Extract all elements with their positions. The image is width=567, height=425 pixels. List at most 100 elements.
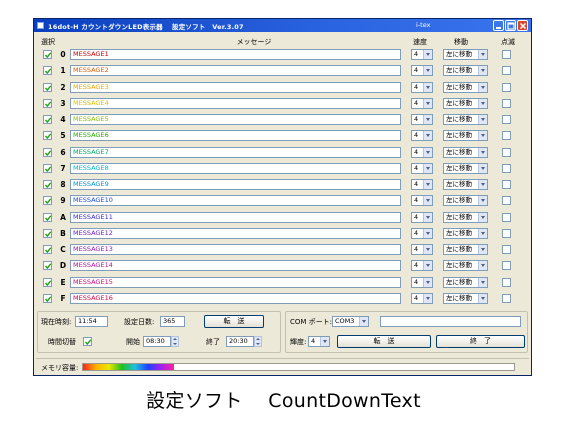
speed-select[interactable]: 4 bbox=[411, 65, 433, 77]
chevron-down-icon[interactable] bbox=[423, 50, 432, 59]
close-icon[interactable] bbox=[517, 20, 528, 31]
blink-checkbox[interactable] bbox=[502, 277, 511, 287]
blink-checkbox[interactable] bbox=[502, 212, 511, 222]
transfer-messages-button[interactable]: 転 送 bbox=[337, 335, 431, 348]
blink-checkbox[interactable] bbox=[502, 98, 511, 108]
current-time-field[interactable]: 11:54 bbox=[75, 316, 108, 327]
blink-checkbox[interactable] bbox=[502, 196, 511, 206]
move-select[interactable]: 左に移動 bbox=[443, 65, 488, 77]
move-select[interactable]: 左に移動 bbox=[443, 292, 488, 304]
chevron-down-icon[interactable] bbox=[423, 115, 432, 124]
brightness-select[interactable]: 4 bbox=[308, 336, 330, 347]
move-select[interactable]: 左に移動 bbox=[443, 130, 488, 142]
end-time-field[interactable]: 20:30 bbox=[226, 336, 254, 347]
speed-select[interactable]: 4 bbox=[411, 244, 433, 255]
message-input[interactable]: MESSAGE4 bbox=[70, 97, 401, 109]
blink-checkbox[interactable] bbox=[502, 163, 511, 173]
select-checkbox[interactable] bbox=[43, 98, 52, 108]
speed-select[interactable]: 4 bbox=[411, 114, 433, 125]
move-select[interactable]: 左に移動 bbox=[443, 81, 488, 93]
end-time-spinner[interactable] bbox=[254, 336, 262, 347]
select-checkbox[interactable] bbox=[43, 50, 52, 59]
speed-select[interactable]: 4 bbox=[411, 179, 433, 190]
speed-select[interactable]: 4 bbox=[411, 146, 433, 158]
select-checkbox[interactable] bbox=[43, 66, 52, 76]
chevron-down-icon[interactable] bbox=[478, 293, 487, 303]
chevron-down-icon[interactable] bbox=[478, 115, 487, 124]
chevron-down-icon[interactable] bbox=[478, 228, 487, 238]
message-input[interactable]: MESSAGE13 bbox=[70, 244, 401, 255]
speed-select[interactable]: 4 bbox=[411, 292, 433, 304]
chevron-down-icon[interactable] bbox=[423, 82, 432, 92]
move-select[interactable]: 左に移動 bbox=[443, 97, 488, 109]
chevron-down-icon[interactable] bbox=[423, 261, 432, 271]
title-bar[interactable]: 16dot-H カウントダウンLED表示器 設定ソフト Ver.3.07 i-t… bbox=[34, 19, 531, 32]
move-select[interactable]: 左に移動 bbox=[443, 211, 488, 223]
chevron-down-icon[interactable] bbox=[423, 277, 432, 287]
blink-checkbox[interactable] bbox=[502, 228, 511, 238]
move-select[interactable]: 左に移動 bbox=[443, 146, 488, 158]
chevron-down-icon[interactable] bbox=[478, 163, 487, 173]
select-checkbox[interactable] bbox=[43, 245, 52, 254]
select-checkbox[interactable] bbox=[43, 196, 52, 206]
select-checkbox[interactable] bbox=[43, 228, 52, 238]
chevron-down-icon[interactable] bbox=[423, 163, 432, 173]
speed-select[interactable]: 4 bbox=[411, 97, 433, 109]
move-select[interactable]: 左に移動 bbox=[443, 49, 488, 60]
move-select[interactable]: 左に移動 bbox=[443, 227, 488, 239]
message-input[interactable]: MESSAGE16 bbox=[70, 292, 401, 304]
select-checkbox[interactable] bbox=[43, 261, 52, 271]
message-input[interactable]: MESSAGE3 bbox=[70, 81, 401, 93]
chevron-down-icon[interactable] bbox=[423, 131, 432, 141]
start-time-spinner[interactable] bbox=[171, 336, 179, 347]
speed-select[interactable]: 4 bbox=[411, 211, 433, 223]
chevron-down-icon[interactable] bbox=[423, 147, 432, 157]
blink-checkbox[interactable] bbox=[502, 50, 511, 59]
message-input[interactable]: MESSAGE2 bbox=[70, 65, 401, 77]
days-field[interactable]: 365 bbox=[160, 316, 185, 327]
move-select[interactable]: 左に移動 bbox=[443, 162, 488, 174]
chevron-down-icon[interactable] bbox=[423, 180, 432, 189]
blink-checkbox[interactable] bbox=[502, 115, 511, 124]
start-time-field[interactable]: 08:30 bbox=[143, 336, 171, 347]
chevron-down-icon[interactable] bbox=[478, 261, 487, 271]
select-checkbox[interactable] bbox=[43, 163, 52, 173]
select-checkbox[interactable] bbox=[43, 212, 52, 222]
move-select[interactable]: 左に移動 bbox=[443, 276, 488, 288]
chevron-down-icon[interactable] bbox=[423, 196, 432, 206]
speed-select[interactable]: 4 bbox=[411, 195, 433, 207]
chevron-down-icon[interactable] bbox=[478, 131, 487, 141]
chevron-down-icon[interactable] bbox=[478, 98, 487, 108]
chevron-down-icon[interactable] bbox=[423, 98, 432, 108]
speed-select[interactable]: 4 bbox=[411, 81, 433, 93]
select-checkbox[interactable] bbox=[43, 180, 52, 189]
move-select[interactable]: 左に移動 bbox=[443, 179, 488, 190]
com-port-select[interactable]: COM3 bbox=[332, 316, 369, 327]
message-input[interactable]: MESSAGE11 bbox=[70, 211, 401, 223]
chevron-down-icon[interactable] bbox=[478, 66, 487, 76]
chevron-down-icon[interactable] bbox=[478, 277, 487, 287]
message-input[interactable]: MESSAGE10 bbox=[70, 195, 401, 207]
message-input[interactable]: MESSAGE12 bbox=[70, 227, 401, 239]
move-select[interactable]: 左に移動 bbox=[443, 114, 488, 125]
speed-select[interactable]: 4 bbox=[411, 130, 433, 142]
move-select[interactable]: 左に移動 bbox=[443, 260, 488, 272]
chevron-down-icon[interactable] bbox=[478, 245, 487, 254]
select-checkbox[interactable] bbox=[43, 293, 52, 303]
chevron-down-icon[interactable] bbox=[478, 180, 487, 189]
select-checkbox[interactable] bbox=[43, 131, 52, 141]
message-input[interactable]: MESSAGE9 bbox=[70, 179, 401, 190]
minimize-icon[interactable] bbox=[493, 20, 504, 31]
blink-checkbox[interactable] bbox=[502, 131, 511, 141]
chevron-down-icon[interactable] bbox=[423, 66, 432, 76]
blink-checkbox[interactable] bbox=[502, 66, 511, 76]
move-select[interactable]: 左に移動 bbox=[443, 244, 488, 255]
blink-checkbox[interactable] bbox=[502, 261, 511, 271]
blink-checkbox[interactable] bbox=[502, 82, 511, 92]
message-input[interactable]: MESSAGE7 bbox=[70, 146, 401, 158]
time-switch-checkbox[interactable] bbox=[83, 337, 92, 346]
message-input[interactable]: MESSAGE15 bbox=[70, 276, 401, 288]
message-input[interactable]: MESSAGE1 bbox=[70, 49, 401, 60]
chevron-down-icon[interactable] bbox=[478, 147, 487, 157]
speed-select[interactable]: 4 bbox=[411, 260, 433, 272]
